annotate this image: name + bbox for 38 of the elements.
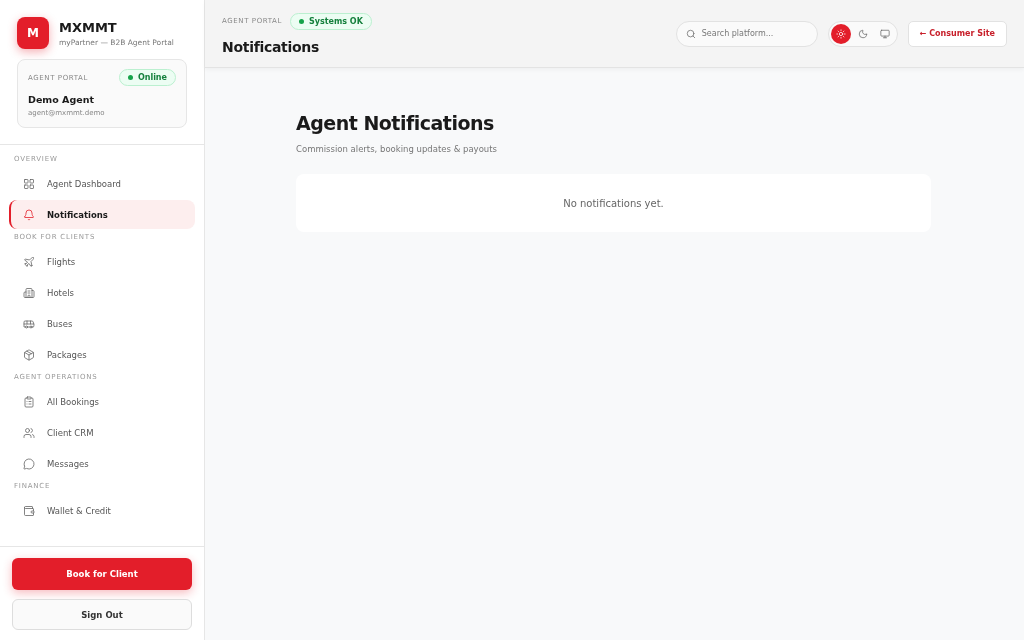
book-button[interactable]: Book for Client [12, 558, 192, 590]
users-icon [23, 426, 35, 439]
sun-icon [835, 28, 846, 39]
brand-logo: M [17, 17, 49, 49]
moon-icon [857, 28, 868, 39]
clipboard-icon [23, 395, 35, 408]
grid-icon [23, 177, 35, 190]
status-badge: Systems OK [289, 12, 372, 30]
message-icon [23, 457, 35, 470]
page-heading: Notifications [222, 38, 320, 55]
nav-item[interactable]: Packages [9, 340, 195, 369]
plane-icon [23, 255, 35, 268]
nav-item[interactable]: Flights [9, 247, 195, 276]
nav-item[interactable]: Client CRM [9, 418, 195, 447]
status-badge: Online [118, 69, 176, 86]
nav-item[interactable]: Wallet & Credit [9, 496, 195, 525]
wallet-icon [23, 504, 35, 517]
agent-name: Demo Agent [28, 94, 95, 105]
package-icon [23, 348, 35, 361]
content-subtitle: Commission alerts, booking updates & payouts [296, 144, 498, 154]
sign-out-button[interactable]: Sign Out [12, 599, 192, 630]
building-icon [23, 286, 35, 299]
nav-item[interactable]: Buses [9, 309, 195, 338]
theme-button[interactable] [830, 23, 851, 44]
search-icon [685, 28, 696, 39]
bell-icon [23, 208, 35, 221]
bus-icon [23, 317, 35, 330]
brand-name: MXMMT [59, 19, 118, 35]
nav-item[interactable]: Agent Dashboard [9, 169, 195, 198]
nav-item[interactable]: Notifications [9, 200, 195, 229]
nav-item[interactable]: Messages [9, 449, 195, 478]
content-title: Agent Notifications [296, 112, 495, 134]
monitor-icon [879, 28, 890, 39]
search-field[interactable]: Search platform... [675, 20, 818, 47]
nav-item[interactable]: All Bookings [9, 387, 195, 416]
empty-message: No notifications yet. [296, 174, 931, 232]
consumer-site-link[interactable]: ← Consumer Site [907, 20, 1007, 47]
nav-item[interactable]: Hotels [9, 278, 195, 307]
